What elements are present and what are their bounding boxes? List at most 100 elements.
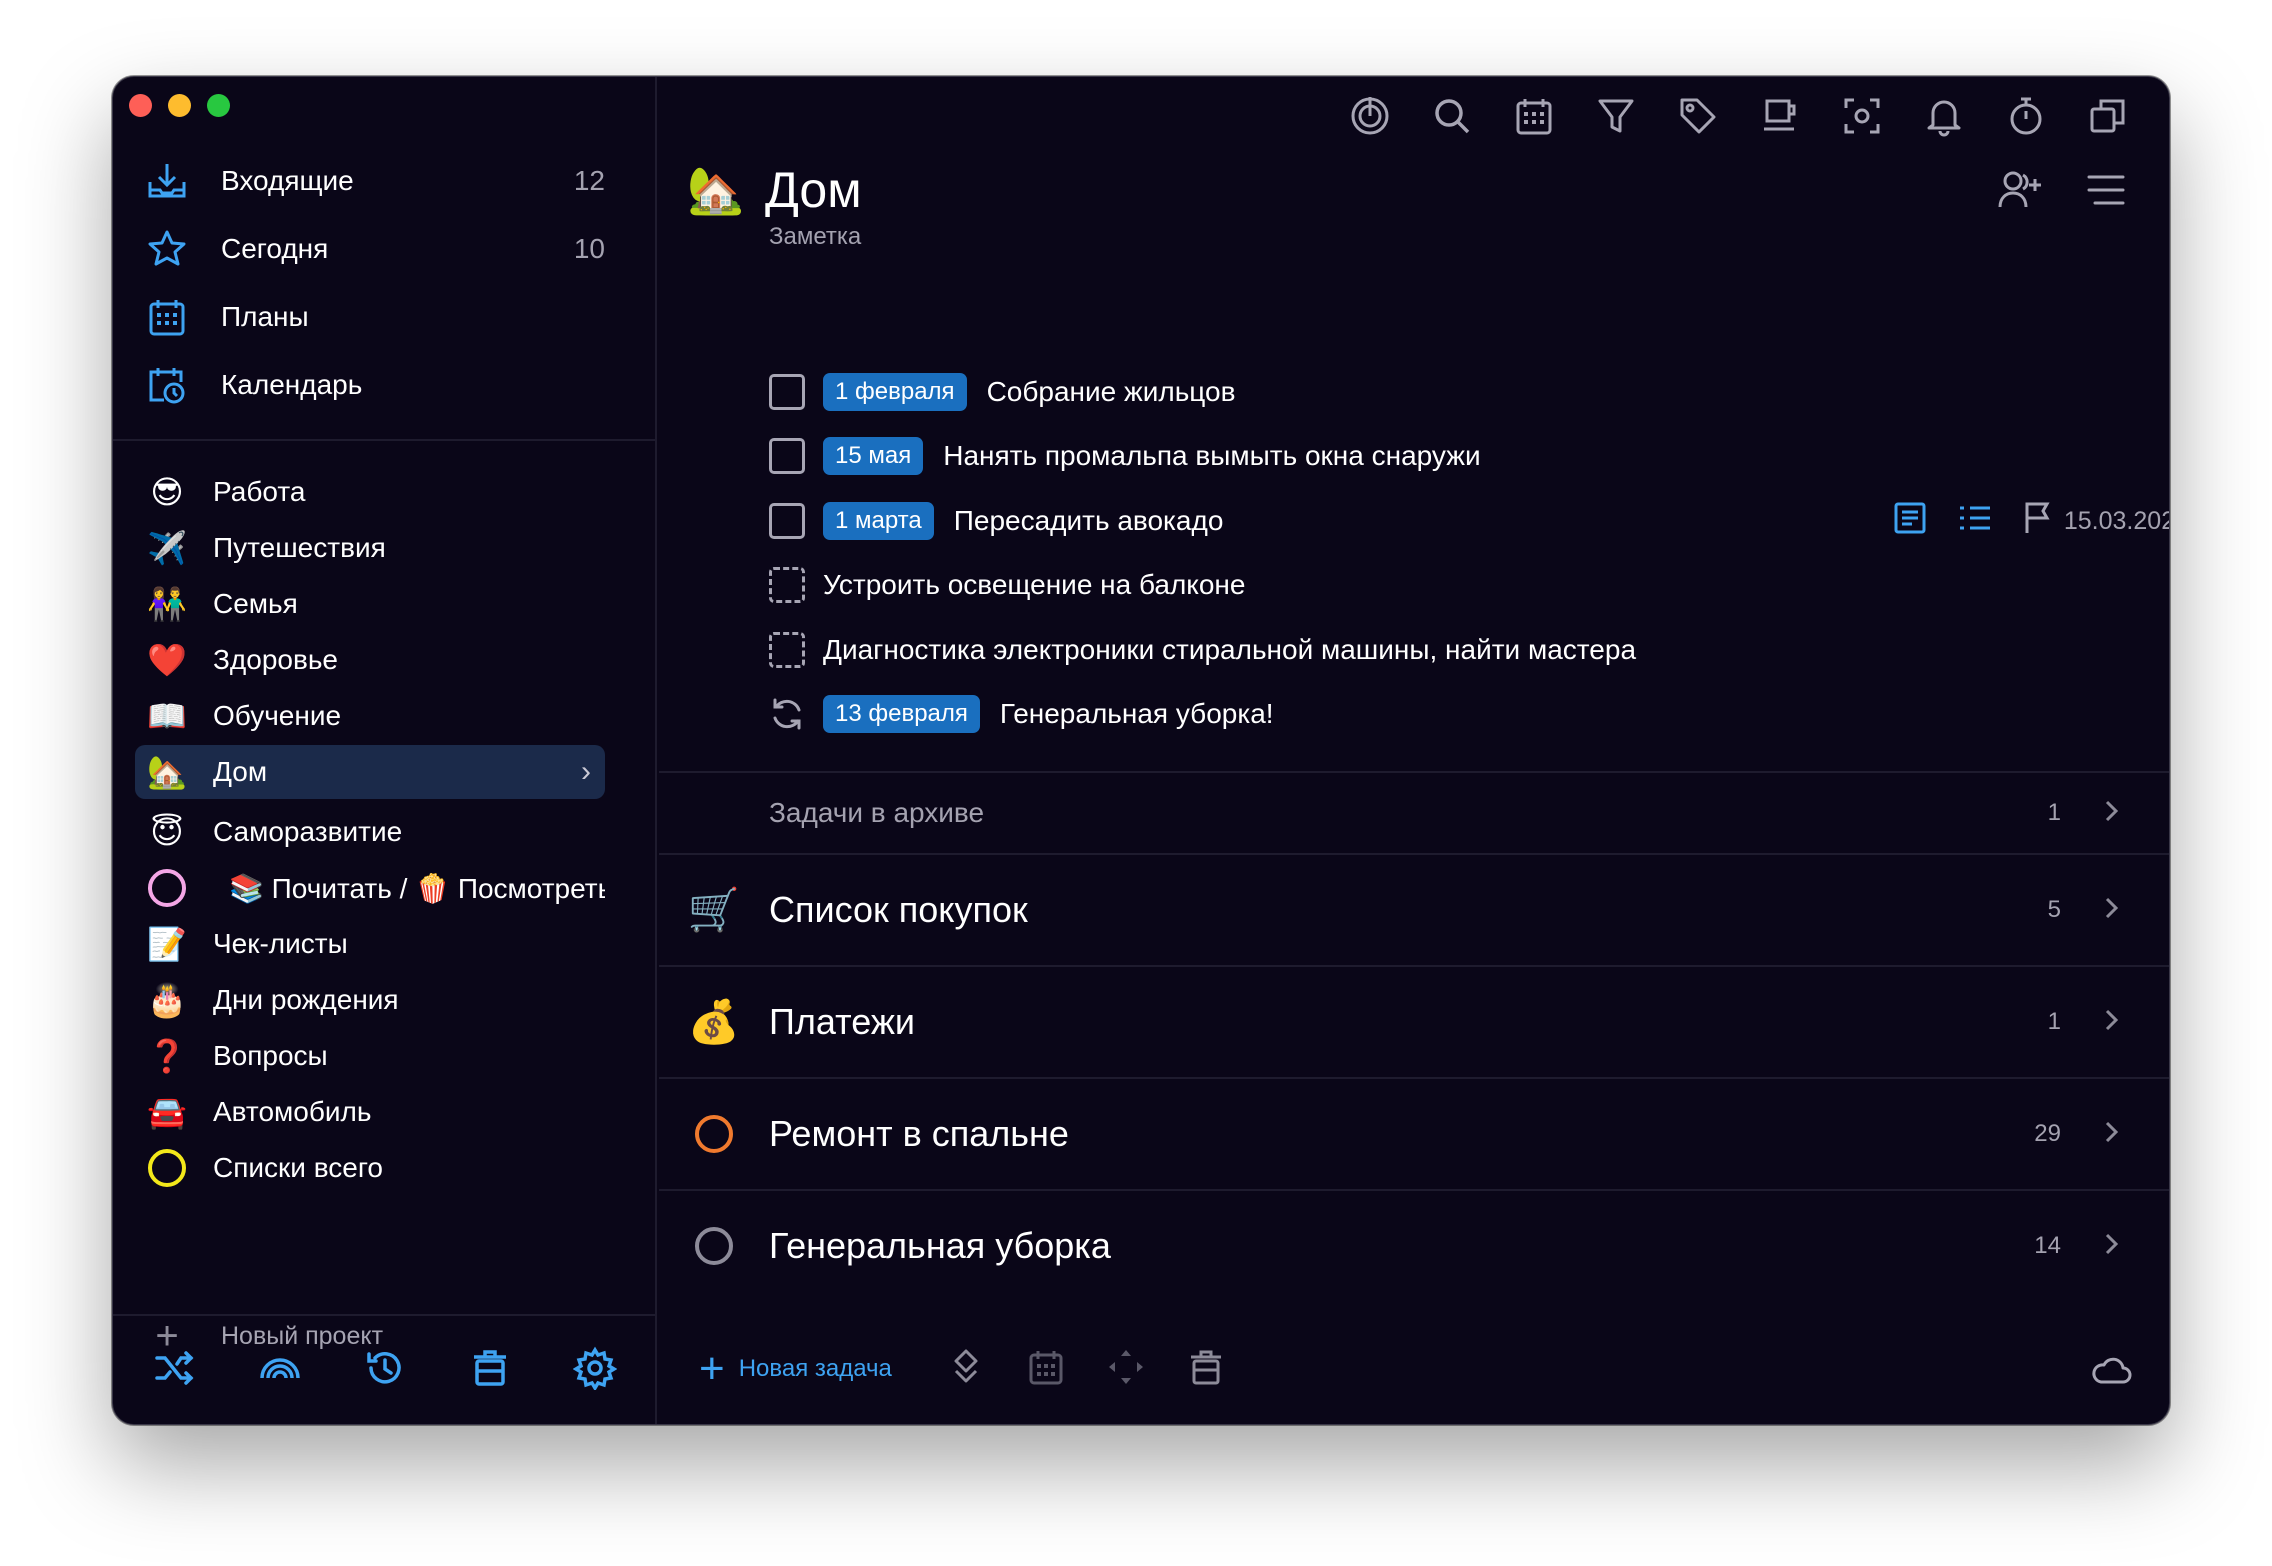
task-checkbox[interactable] [769,438,805,474]
heading-name: Генеральная уборка [769,1225,1111,1266]
task-row[interactable]: 13 февраля Генеральная уборка! [769,685,2169,743]
house-emoji-icon: 🏡 [147,753,187,791]
sidebar-project-learning[interactable]: 📖 Обучение [135,689,605,743]
flag-icon [2020,500,2056,543]
screenshot-icon[interactable] [1841,95,1883,142]
shopping-cart-icon: 🛒 [687,885,741,934]
duplicate-icon[interactable] [2087,95,2129,142]
project-row-general-cleaning[interactable]: Генеральная уборка 14 [659,1191,2169,1301]
sidebar-project-work[interactable]: 😎 Работа [135,465,605,519]
task-row[interactable]: 15 мая Нанять промальпа вымыть окна снар… [769,427,2169,485]
sidebar-project-questions[interactable]: ❓ Вопросы [135,1029,605,1083]
checklist-icon [1956,500,1992,543]
sidebar-item-label: Календарь [221,369,363,400]
sidebar-project-health[interactable]: ❤️ Здоровье [135,633,605,687]
tag-icon[interactable] [1677,95,1719,142]
zoom-window-button[interactable] [207,94,230,117]
archived-tasks-row[interactable]: Задачи в архиве 1 [659,773,2169,853]
move-layers-icon[interactable] [946,1347,986,1392]
task-row[interactable]: Диагностика электроники стиральной машин… [769,621,2169,679]
stopwatch-icon[interactable] [2005,95,2047,142]
orange-ring-icon [659,1115,769,1153]
share-user-icon[interactable] [1997,167,2043,218]
heart-emoji-icon: ❤️ [147,641,187,679]
heading-name: Платежи [769,1001,916,1042]
focus-icon[interactable] [1349,95,1391,142]
project-label: Чек-листы [213,928,348,959]
sidebar-project-read-watch[interactable]: 📚 Почитать / 🍿 Посмотреть [135,861,605,915]
heading-row-payments[interactable]: 💰 Платежи 1 [659,967,2169,1077]
calendar-icon[interactable] [1513,95,1555,142]
sidebar-project-all-lists[interactable]: Списки всего [135,1141,605,1195]
task-row[interactable]: 1 февраля Собрание жильцов [769,363,2169,421]
task-checkbox[interactable] [769,503,805,539]
task-row[interactable]: 1 марта Пересадить авокадо 15.03.2023 [769,492,2169,550]
calendar-clock-icon [135,364,199,406]
repeat-icon[interactable] [769,696,805,732]
project-label: Вопросы [213,1040,328,1071]
sidebar-item-label: Входящие [221,165,354,196]
heading-count: 29 [2034,1120,2061,1147]
house-emoji-icon: 🏡 [687,163,745,216]
minimize-window-button[interactable] [168,94,191,117]
task-checkbox-dashed[interactable] [769,567,805,603]
sidebar-project-family[interactable]: 👫 Семья [135,577,605,631]
page-title[interactable]: Дом [765,161,862,219]
history-icon[interactable] [363,1346,407,1395]
task-meta: 15.03.2023 [1892,500,2169,543]
memo-emoji-icon: 📝 [147,925,187,963]
heading-row-shopping[interactable]: 🛒 Список покупок 5 [659,855,2169,965]
sidebar-project-checklists[interactable]: 📝 Чек-листы [135,917,605,971]
calendar-grid-icon [135,296,199,338]
chevron-right-icon [2097,1006,2169,1039]
sidebar-project-travel[interactable]: ✈️ Путешествия [135,521,605,575]
angel-emoji-icon: 😇 [150,813,184,851]
task-checkbox[interactable] [769,374,805,410]
shuffle-icon[interactable] [153,1346,197,1395]
gear-icon[interactable] [572,1346,617,1395]
search-icon[interactable] [1431,95,1473,142]
main-panel: 🏡 Дом Заметка 1 февраля Собрание жильцов… [659,77,2169,1424]
car-emoji-icon: 🚘 [147,1093,187,1131]
sidebar-project-self-development[interactable]: 😇 Саморазвитие [135,805,605,859]
move-arrows-icon[interactable] [1106,1347,1146,1392]
new-task-button[interactable]: + Новая задача [699,1347,892,1391]
task-title: Нанять промальпа вымыть окна снаружи [943,440,1481,471]
sidebar-item-plans[interactable]: Планы [135,287,635,347]
sidebar-footer [113,1314,657,1424]
yellow-ring-icon [135,1149,199,1187]
archived-tasks-count: 1 [2047,799,2061,826]
task-row[interactable]: Устроить освещение на балконе [769,556,2169,614]
trash-icon[interactable] [468,1346,512,1395]
sidebar-item-today[interactable]: Сегодня 10 [135,219,635,279]
sidebar-project-car[interactable]: 🚘 Автомобиль [135,1085,605,1139]
sidebar: Входящие 12 Сегодня 10 Планы Календарь 😎 [113,77,657,1424]
rainbow-icon[interactable] [258,1346,302,1395]
project-label: Путешествия [213,532,386,563]
cloud-sync-icon[interactable] [2089,1348,2133,1397]
chevron-right-icon: › [581,755,591,788]
menu-icon[interactable] [2083,167,2129,218]
sidebar-item-label: Сегодня [221,233,329,264]
couple-emoji-icon: 👫 [147,585,187,623]
airplane-emoji-icon: ✈️ [147,529,187,567]
sidebar-item-inbox[interactable]: Входящие 12 [135,151,635,211]
due-date: 15.03.2023 [2020,500,2169,543]
project-note[interactable]: Заметка [769,223,861,251]
book-emoji-icon: 📖 [147,697,187,735]
bell-icon[interactable] [1923,95,1965,142]
schedule-calendar-icon[interactable] [1026,1347,1066,1392]
sidebar-project-home[interactable]: 🏡 Дом › [135,745,605,799]
chevron-right-icon [2097,1118,2169,1151]
close-window-button[interactable] [129,94,152,117]
sidebar-project-birthdays[interactable]: 🎂 Дни рождения [135,973,605,1027]
note-icon [1892,500,1928,543]
sidebar-item-calendar[interactable]: Календарь [135,355,635,415]
filter-icon[interactable] [1595,95,1637,142]
delete-trash-icon[interactable] [1186,1347,1226,1392]
project-row-bedroom-renovation[interactable]: Ремонт в спальне 29 [659,1079,2169,1189]
sidebar-item-count: 10 [573,233,605,264]
task-title: Устроить освещение на балконе [823,569,1246,600]
task-checkbox-dashed[interactable] [769,632,805,668]
coffee-icon[interactable] [1759,95,1801,142]
